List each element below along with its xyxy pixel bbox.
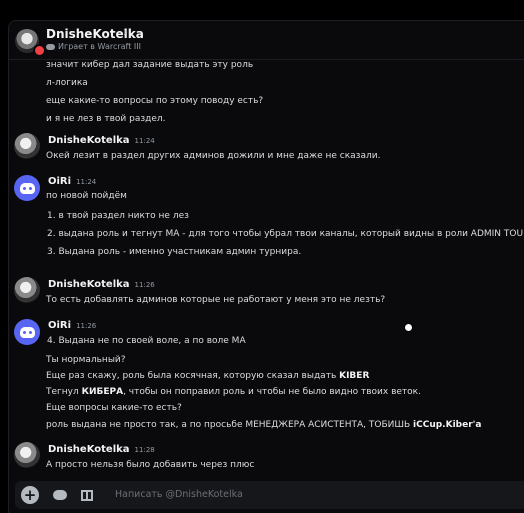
avatar[interactable]	[14, 277, 40, 303]
message-composer[interactable]: + Написать @DnisheKotelka	[15, 481, 524, 509]
author-name[interactable]: DnisheKotelka	[48, 444, 130, 455]
message-line: То есть добавлять админов которые не раб…	[46, 295, 386, 305]
author-name[interactable]: DnisheKotelka	[48, 135, 130, 146]
gamepad-icon	[53, 490, 67, 500]
list-item: 2. выдана роль и тегнут МА - для того чт…	[47, 229, 524, 239]
text-segment: роль выдана не просто так, а по просьбе …	[46, 420, 414, 430]
message-line: Ты нормальный?	[46, 355, 126, 365]
author-name[interactable]: OiRi	[48, 176, 71, 187]
avatar[interactable]	[14, 175, 40, 201]
message-timestamp: 11:26	[134, 281, 155, 289]
message-line: Окей лезит в раздел других админов дожил…	[46, 151, 381, 161]
add-attachment-button[interactable]: +	[21, 486, 39, 504]
header-username[interactable]: DnisheKotelka	[46, 27, 144, 41]
text-segment: , чтобы он поправил роль и чтобы не было…	[123, 387, 421, 397]
discord-logo-icon	[19, 326, 35, 338]
bold-mention: iCCup.Kiber'a	[413, 420, 482, 430]
discord-logo-icon	[19, 182, 35, 194]
dm-window: DnisheKotelka › Играет в Warcraft III зн…	[8, 20, 524, 513]
message-author[interactable]: DnisheKotelka 11:26	[48, 279, 155, 290]
text-segment: Еще раз скажу, роль была косячная, котор…	[46, 371, 340, 381]
author-name[interactable]: OiRi	[48, 320, 71, 331]
message-line: по новой пойдём	[46, 191, 127, 201]
dm-header: DnisheKotelka › Играет в Warcraft III	[9, 21, 524, 60]
message-timestamp: 11:24	[134, 137, 155, 145]
avatar[interactable]	[14, 442, 40, 468]
message-line: и я не лез в твой раздел.	[46, 114, 166, 124]
message-author[interactable]: DnisheKotelka 11:28	[48, 444, 155, 455]
gift-icon	[81, 490, 93, 501]
activities-button[interactable]	[51, 486, 69, 504]
message-line: Еще вопросы какие-то есть?	[46, 403, 182, 413]
gamepad-icon	[46, 43, 55, 50]
message-line: Еще раз скажу, роль была косячная, котор…	[46, 371, 369, 381]
message-timestamp: 11:28	[134, 446, 155, 454]
message-list: значит кибер дал задание выдать эту роль…	[9, 59, 524, 477]
list-item: 1. в твой раздел никто не лез	[47, 211, 189, 221]
avatar[interactable]	[14, 319, 40, 345]
message-author[interactable]: OiRi 11:26	[48, 320, 96, 331]
author-name[interactable]: DnisheKotelka	[48, 279, 130, 290]
chevron-right-icon[interactable]: ›	[123, 25, 128, 40]
message-line: А просто нельзя было добавить через плюс	[46, 460, 255, 470]
message-input[interactable]: Написать @DnisheKotelka	[115, 489, 243, 500]
status-dnd-icon	[33, 44, 46, 57]
activity-status: Играет в Warcraft III	[46, 42, 141, 51]
message-line: еще какие-то вопросы по этому поводу ест…	[46, 96, 264, 106]
message-author[interactable]: OiRi 11:24	[48, 176, 96, 187]
message-author[interactable]: DnisheKotelka 11:24	[48, 135, 155, 146]
message-line: роль выдана не просто так, а по просьбе …	[46, 420, 481, 430]
gift-button[interactable]	[79, 486, 97, 504]
activity-text: Играет в Warcraft III	[58, 42, 141, 51]
list-item: 3. Выдана роль - именно участникам админ…	[47, 247, 302, 257]
list-item: 4. Выдана не по своей воле, а по воле МА	[47, 336, 246, 346]
message-timestamp: 11:26	[76, 322, 97, 330]
avatar[interactable]	[14, 133, 40, 159]
text-segment: Тегнул	[46, 387, 82, 397]
message-timestamp: 11:24	[76, 178, 97, 186]
mouse-cursor	[404, 323, 413, 332]
message-line: Тегнул КИБЕРА, чтобы он поправил роль и …	[46, 387, 421, 397]
bold-mention: КИБЕРА	[81, 387, 124, 397]
message-line: л-логика	[46, 78, 88, 88]
message-line: значит кибер дал задание выдать эту роль	[46, 60, 254, 70]
bold-mention: KIBER	[339, 371, 370, 381]
